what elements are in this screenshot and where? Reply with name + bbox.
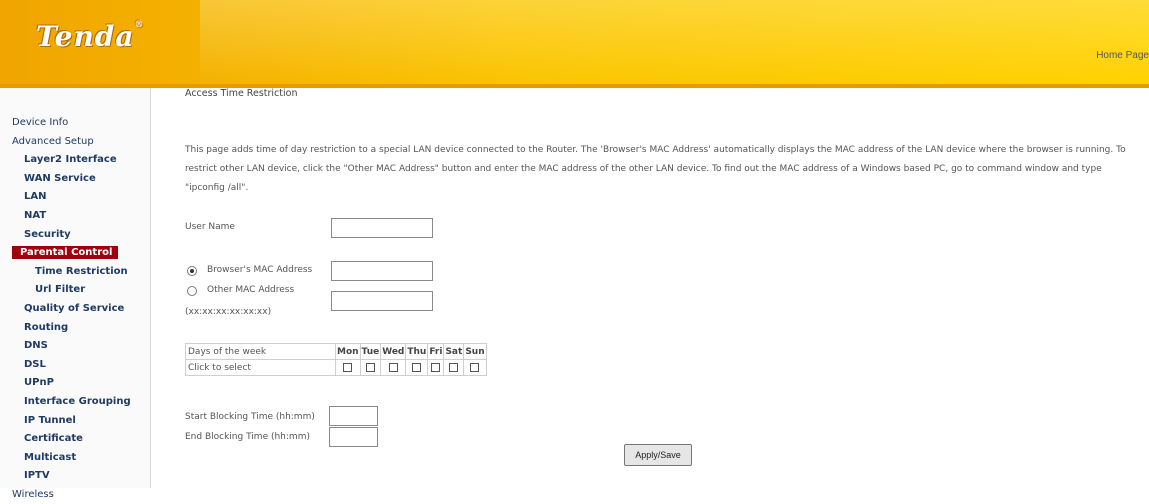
day-cell-thu [405,359,429,376]
day-checkbox-wed[interactable] [388,362,398,372]
day-checkbox-thu[interactable] [412,362,422,372]
sidebar-item-advanced-setup[interactable]: Advanced Setup [0,133,150,152]
sidebar-item-label: Advanced Setup [12,135,94,147]
day-header-tue: Tue [359,343,382,360]
sidebar-item-wan-service[interactable]: WAN Service [0,170,150,189]
other-mac-label: Other MAC Address [207,285,295,295]
browser-mac-radio[interactable] [187,266,197,276]
day-header-sat: Sat [443,343,465,360]
sidebar-item-label: Interface Grouping [24,395,131,407]
day-header-wed: Wed [380,343,407,360]
sidebar-item-label: DSL [24,358,46,370]
home-page-link[interactable]: Home Page [1096,50,1149,61]
day-cell-tue [359,359,382,376]
sidebar-item-upnp[interactable]: UPnP [0,374,150,393]
page-title: Access Time Restriction [185,88,298,99]
sidebar-item-label: Time Restriction [35,265,128,277]
sidebar: Device Info Advanced Setup Layer2 Interfac… [0,88,151,500]
sidebar-item-device-info[interactable]: Device Info [0,114,150,133]
sidebar-item-label: NAT [24,209,47,221]
sidebar-item-lan[interactable]: LAN [0,188,150,207]
sidebar-item-label: Quality of Service [24,302,125,314]
user-name-input[interactable] [331,218,433,238]
header-banner: Tenda® Home Page [0,0,1149,84]
sidebar-item-label: IP Tunnel [24,414,76,426]
logo-text: Tenda [36,20,135,53]
day-header-thu: Thu [405,343,429,360]
sidebar-item-label: WAN Service [24,172,96,184]
day-header-mon: Mon [335,343,361,360]
days-checkbox-row: Click to select [185,359,487,376]
sidebar-item-iptv[interactable]: IPTV [0,467,150,486]
day-checkbox-sat[interactable] [449,362,459,372]
sidebar-item-label: IPTV [24,470,50,482]
sidebar-item-interface-grouping[interactable]: Interface Grouping [0,393,150,412]
sidebar-item-layer2-interface[interactable]: Layer2 Interface [0,151,150,170]
sidebar-item-dns[interactable]: DNS [0,337,150,356]
sidebar-item-security[interactable]: Security [0,226,150,245]
day-header-sun: Sun [463,343,487,360]
other-mac-radio[interactable] [187,286,197,296]
click-to-select-label: Click to select [185,359,336,376]
sidebar-item-dsl[interactable]: DSL [0,356,150,375]
day-checkbox-mon[interactable] [343,362,353,372]
sidebar-item-label: Routing [24,321,69,333]
days-of-week-table: Days of the week Mon Tue Wed Thu Fri Sat Sun C… [185,343,487,376]
sidebar-item-certificate[interactable]: Certificate [0,430,150,449]
user-name-label: User Name [185,222,235,232]
end-blocking-time-label: End Blocking Time (hh:mm) [185,432,310,442]
sidebar-item-label: Url Filter [35,284,86,296]
sidebar-item-url-filter[interactable]: Url Filter [0,281,150,300]
start-blocking-time-input[interactable] [329,406,378,426]
days-header-row: Days of the week Mon Tue Wed Thu Fri Sat Sun [185,343,487,360]
days-header-label: Days of the week [185,343,336,360]
mac-format-hint: (xx:xx:xx:xx:xx:xx) [185,307,272,317]
page-description: This page adds time of day restriction t… [185,145,1126,193]
day-checkbox-fri[interactable] [431,362,441,372]
start-blocking-time-label: Start Blocking Time (hh:mm) [185,412,315,422]
browser-mac-label: Browser's MAC Address [207,265,313,275]
sidebar-item-label: LAN [24,191,47,203]
main-content: Access Time Restriction This page adds t… [185,88,1145,488]
sidebar-item-routing[interactable]: Routing [0,319,150,338]
day-header-fri: Fri [427,343,445,360]
day-cell-fri [427,359,445,376]
tenda-logo: Tenda® [36,20,145,53]
apply-save-button[interactable]: Apply/Save [624,444,692,466]
day-checkbox-tue[interactable] [365,362,375,372]
sidebar-item-nat[interactable]: NAT [0,207,150,226]
day-cell-sat [443,359,465,376]
sidebar-item-wireless[interactable]: Wireless [0,486,150,504]
other-mac-input[interactable] [331,291,433,311]
end-blocking-time-input[interactable] [329,427,378,447]
sidebar-item-label: Certificate [24,433,83,445]
sidebar-item-label: Wireless [12,488,54,500]
logo-registered-mark: ® [134,20,145,30]
sidebar-item-ip-tunnel[interactable]: IP Tunnel [0,412,150,431]
sidebar-item-label: DNS [24,340,48,352]
browser-mac-input[interactable] [331,261,433,281]
sidebar-item-label: Layer2 Interface [24,154,117,166]
day-cell-sun [463,359,487,376]
sidebar-item-label: UPnP [24,377,54,389]
day-cell-wed [380,359,407,376]
header-decoration [200,0,1149,84]
day-checkbox-sun[interactable] [470,362,480,372]
day-cell-mon [335,359,361,376]
sidebar-item-multicast[interactable]: Multicast [0,449,150,468]
sidebar-item-quality-of-service[interactable]: Quality of Service [0,300,150,319]
sidebar-item-label: Parental Control [12,246,119,260]
sidebar-item-label: Device Info [12,117,69,128]
sidebar-item-parental-control[interactable]: Parental Control [0,244,150,263]
sidebar-item-time-restriction[interactable]: Time Restriction [0,263,150,282]
sidebar-item-label: Multicast [24,451,77,463]
sidebar-nav: Device Info Advanced Setup Layer2 Interfac… [0,114,150,504]
sidebar-item-label: Security [24,228,71,240]
